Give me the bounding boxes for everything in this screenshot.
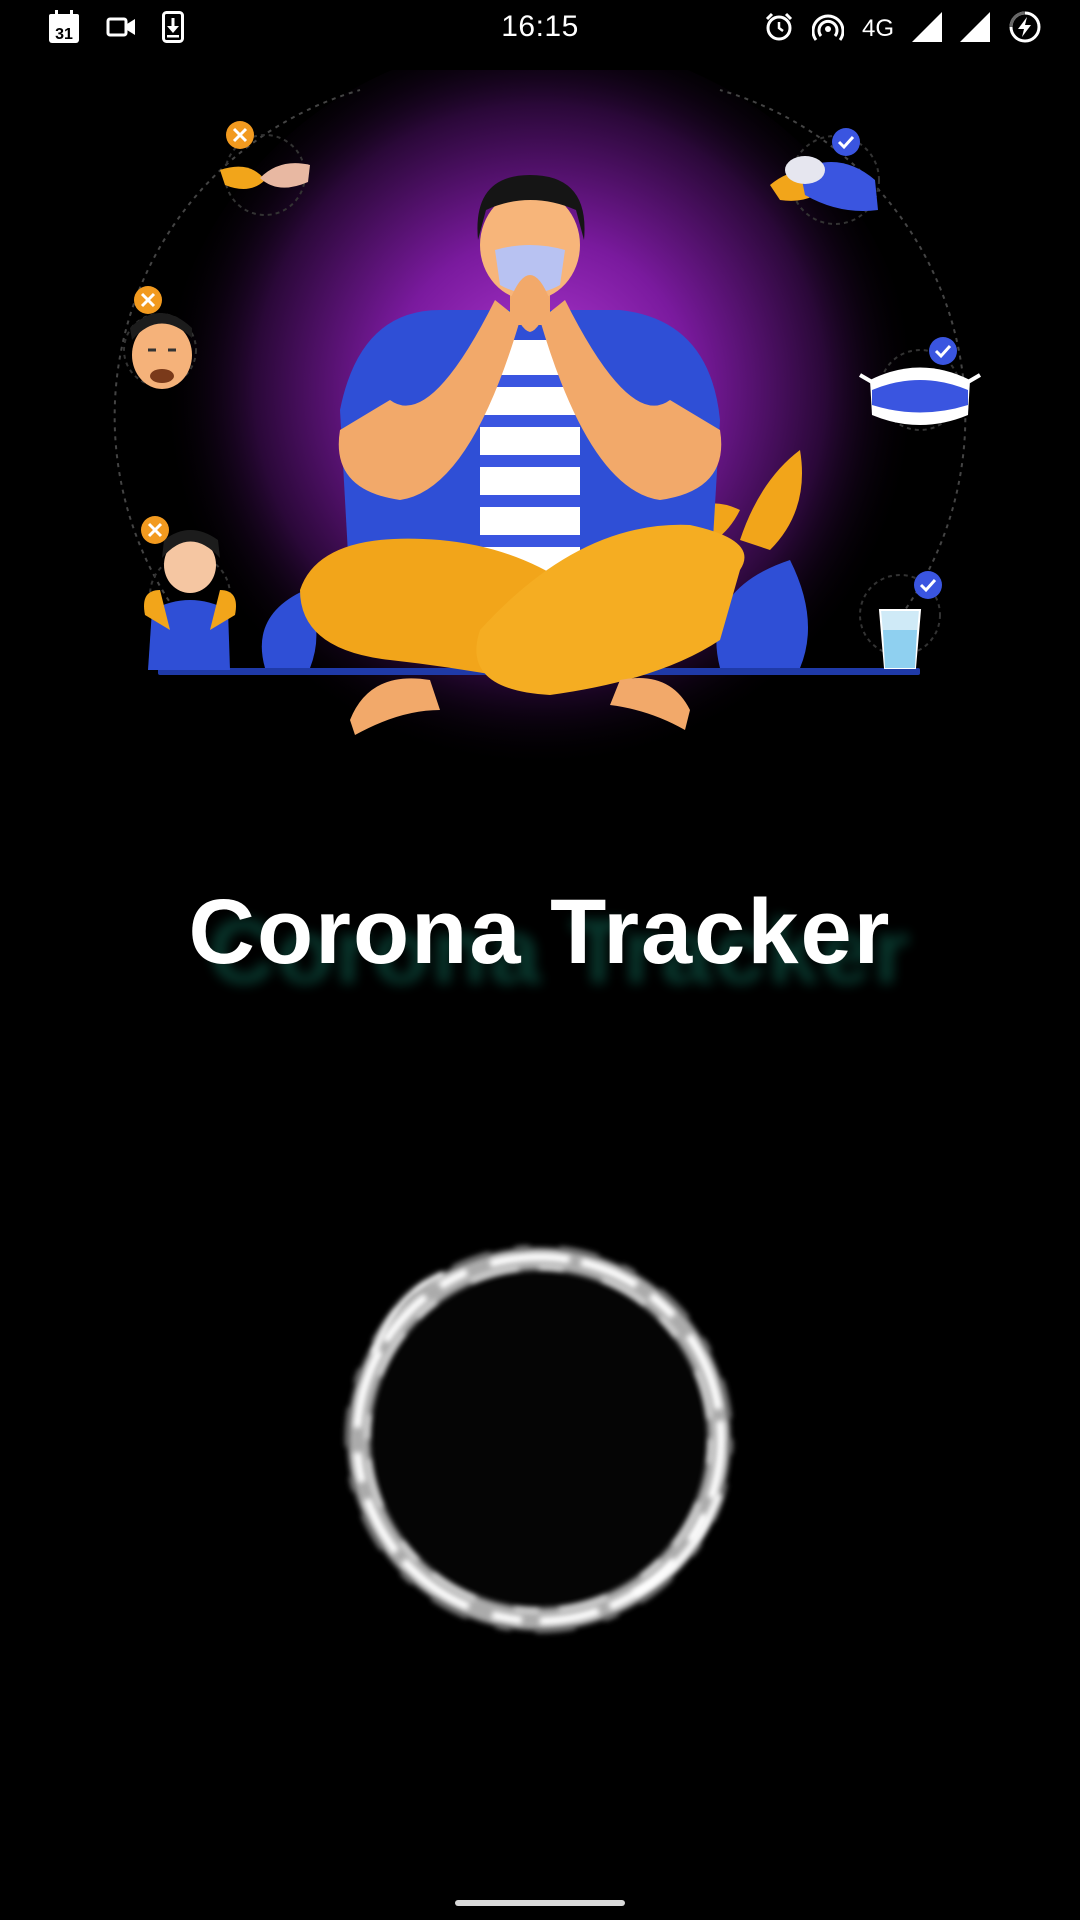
signal-icon — [912, 11, 942, 47]
signal-icon — [960, 11, 990, 47]
network-type: 4G — [861, 15, 894, 42]
alarm-icon — [764, 12, 794, 47]
app-title-block: Corona Tracker Corona Tracker — [0, 880, 1080, 1010]
status-bar: 31 16:15 4G — [0, 0, 1080, 58]
battery-charging-icon — [1008, 10, 1042, 49]
loading-ring-icon — [334, 1234, 744, 1644]
app-title: Corona Tracker — [188, 881, 892, 983]
gesture-nav-handle[interactable] — [455, 1900, 625, 1906]
status-bar-system: 4G — [764, 10, 1042, 49]
hero-illustration — [100, 40, 1000, 810]
hotspot-icon — [811, 12, 845, 47]
splash-screen: 31 16:15 4G Corona Tracker Corona Tracke… — [0, 0, 1080, 1920]
